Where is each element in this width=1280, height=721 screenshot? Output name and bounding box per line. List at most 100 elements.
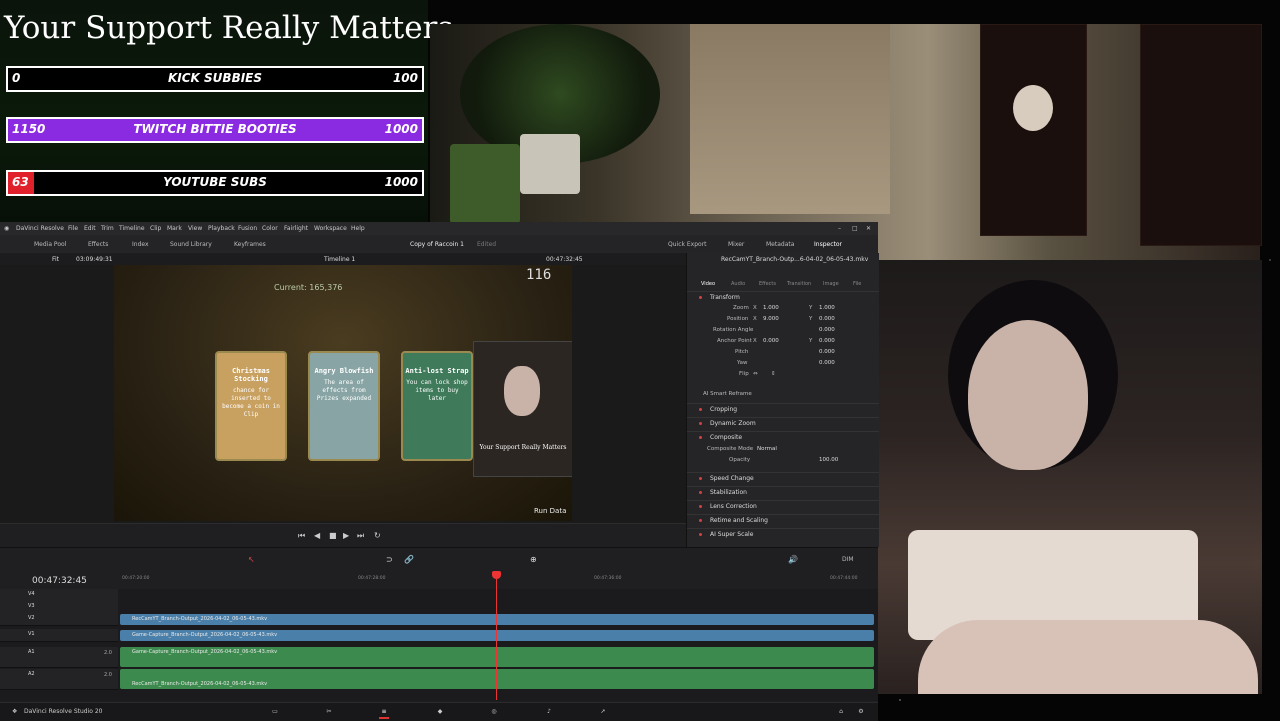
- yaw-field[interactable]: 0.000: [819, 360, 835, 366]
- audio-clip-a1[interactable]: Game-Capture_Branch-Output_2026-04-02_06…: [120, 647, 874, 667]
- volume-icon[interactable]: 🔊: [788, 555, 798, 564]
- media-pool-button[interactable]: Media Pool: [34, 241, 66, 248]
- position-y-field[interactable]: 0.000: [819, 316, 835, 322]
- menu-clip[interactable]: Clip: [150, 225, 161, 232]
- sound-library-button[interactable]: Sound Library: [170, 241, 212, 248]
- zoom-icon[interactable]: ⊕: [530, 555, 537, 564]
- link-icon[interactable]: 🔗: [404, 555, 414, 564]
- anchor-y-field[interactable]: 0.000: [819, 338, 835, 344]
- timeline-name-dropdown[interactable]: Timeline 1: [324, 256, 355, 263]
- edit-page-icon[interactable]: ≡: [379, 708, 389, 719]
- color-page-icon[interactable]: ◎: [489, 708, 499, 717]
- flip-vertical-icon[interactable]: ⇕: [771, 371, 776, 377]
- zoom-y-field[interactable]: 1.000: [819, 305, 835, 311]
- menu-color[interactable]: Color: [262, 225, 278, 232]
- section-speed-change[interactable]: Speed Change: [687, 472, 879, 485]
- zoom-x-field[interactable]: 1.000: [763, 305, 779, 311]
- menu-timeline[interactable]: Timeline: [119, 225, 145, 232]
- tab-audio[interactable]: Audio: [731, 281, 745, 287]
- audio-clip-a2[interactable]: RecCamYT_Branch-Output_2026-04-02_06-05-…: [120, 669, 874, 689]
- enable-dot[interactable]: [699, 505, 702, 508]
- video-viewer[interactable]: Current: 165,376 116 Christmas Stocking …: [0, 265, 686, 523]
- section-ai-super-scale[interactable]: AI Super Scale: [687, 528, 879, 541]
- play-icon[interactable]: ▶: [343, 531, 349, 540]
- home-icon[interactable]: ⌂: [836, 708, 846, 717]
- section-lens-correction[interactable]: Lens Correction: [687, 500, 879, 513]
- close-icon[interactable]: ✕: [866, 225, 871, 232]
- row-smart-reframe[interactable]: AI Smart Reframe: [687, 391, 879, 401]
- card-title: Angry Blowfish: [314, 367, 374, 375]
- menu-file[interactable]: File: [68, 225, 78, 232]
- section-transform[interactable]: Transform: [687, 291, 879, 304]
- quick-export-button[interactable]: Quick Export: [668, 241, 707, 248]
- enable-dot[interactable]: [699, 519, 702, 522]
- track-header-v2[interactable]: V2: [0, 613, 118, 626]
- minimize-icon[interactable]: –: [838, 225, 841, 232]
- section-stabilization[interactable]: Stabilization: [687, 486, 879, 499]
- position-x-field[interactable]: 9.000: [763, 316, 779, 322]
- menu-playback[interactable]: Playback: [208, 225, 235, 232]
- menu-fairlight[interactable]: Fairlight: [284, 225, 308, 232]
- tab-transition[interactable]: Transition: [787, 281, 811, 287]
- inspector-button[interactable]: Inspector: [814, 241, 842, 248]
- tab-image[interactable]: Image: [823, 281, 839, 287]
- fusion-page-icon[interactable]: ◆: [435, 708, 445, 717]
- rotation-field[interactable]: 0.000: [819, 327, 835, 333]
- video-clip-v2[interactable]: RecCamYT_Branch-Output_2026-04-02_06-05-…: [120, 614, 874, 625]
- metadata-button[interactable]: Metadata: [766, 241, 794, 248]
- tab-file[interactable]: File: [853, 281, 861, 287]
- fairlight-page-icon[interactable]: ♪: [544, 708, 554, 717]
- enable-dot[interactable]: [699, 408, 702, 411]
- skip-back-icon[interactable]: ⏮: [298, 531, 305, 541]
- keyframes-button[interactable]: Keyframes: [234, 241, 266, 248]
- video-clip-v1[interactable]: Game-Capture_Branch-Output_2026-04-02_06…: [120, 630, 874, 641]
- section-dynamic-zoom[interactable]: Dynamic Zoom: [687, 417, 879, 430]
- enable-dot[interactable]: [699, 491, 702, 494]
- track-header-a1[interactable]: A1 2.0: [0, 647, 118, 668]
- enable-dot[interactable]: [699, 533, 702, 536]
- track-header-v1[interactable]: V1: [0, 629, 118, 642]
- menu-fusion[interactable]: Fusion: [238, 225, 257, 232]
- opacity-field[interactable]: 100.00: [819, 457, 838, 463]
- menu-help[interactable]: Help: [351, 225, 365, 232]
- menu-workspace[interactable]: Workspace: [314, 225, 347, 232]
- anchor-x-field[interactable]: 0.000: [763, 338, 779, 344]
- composite-mode-dropdown[interactable]: Normal: [757, 446, 777, 452]
- enable-dot[interactable]: [699, 436, 702, 439]
- settings-gear-icon[interactable]: ⚙: [856, 708, 866, 717]
- arm: [918, 620, 1258, 694]
- section-composite[interactable]: Composite: [687, 431, 879, 444]
- menu-edit[interactable]: Edit: [84, 225, 96, 232]
- deliver-page-icon[interactable]: ➚: [598, 708, 608, 717]
- fit-dropdown[interactable]: Fit: [52, 256, 59, 263]
- effects-button[interactable]: Effects: [88, 241, 108, 248]
- menu-view[interactable]: View: [188, 225, 202, 232]
- dim-button[interactable]: DIM: [842, 556, 854, 563]
- section-cropping[interactable]: Cropping: [687, 403, 879, 416]
- enable-dot[interactable]: [699, 422, 702, 425]
- stop-icon[interactable]: ■: [329, 531, 337, 540]
- skip-forward-icon[interactable]: ⏭: [357, 531, 364, 541]
- loop-icon[interactable]: ↻: [374, 531, 381, 540]
- cut-page-icon[interactable]: ✂: [324, 708, 334, 717]
- maximize-icon[interactable]: □: [852, 225, 858, 232]
- snap-icon[interactable]: ⊃: [386, 555, 393, 564]
- track-header-a2[interactable]: A2 2.0: [0, 669, 118, 690]
- enable-dot[interactable]: [699, 477, 702, 480]
- inspector-panel: RecCamYT_Branch-Outp...6-04-02_06-05-43.…: [686, 253, 879, 547]
- step-back-icon[interactable]: ◀: [314, 531, 320, 540]
- source-timecode: 03:09:49:31: [76, 256, 113, 263]
- select-tool-icon[interactable]: ↖: [248, 555, 255, 564]
- enable-dot[interactable]: [699, 296, 702, 299]
- section-retime-scaling[interactable]: Retime and Scaling: [687, 514, 879, 527]
- tab-effects[interactable]: Effects: [759, 281, 776, 287]
- pitch-field[interactable]: 0.000: [819, 349, 835, 355]
- mixer-button[interactable]: Mixer: [728, 241, 744, 248]
- index-button[interactable]: Index: [132, 241, 149, 248]
- menu-mark[interactable]: Mark: [167, 225, 182, 232]
- axis-label: X: [753, 316, 757, 322]
- media-page-icon[interactable]: ▭: [270, 708, 280, 717]
- flip-horizontal-icon[interactable]: ⇔: [753, 371, 758, 377]
- tab-video[interactable]: Video: [701, 281, 715, 287]
- menu-trim[interactable]: Trim: [101, 225, 114, 232]
